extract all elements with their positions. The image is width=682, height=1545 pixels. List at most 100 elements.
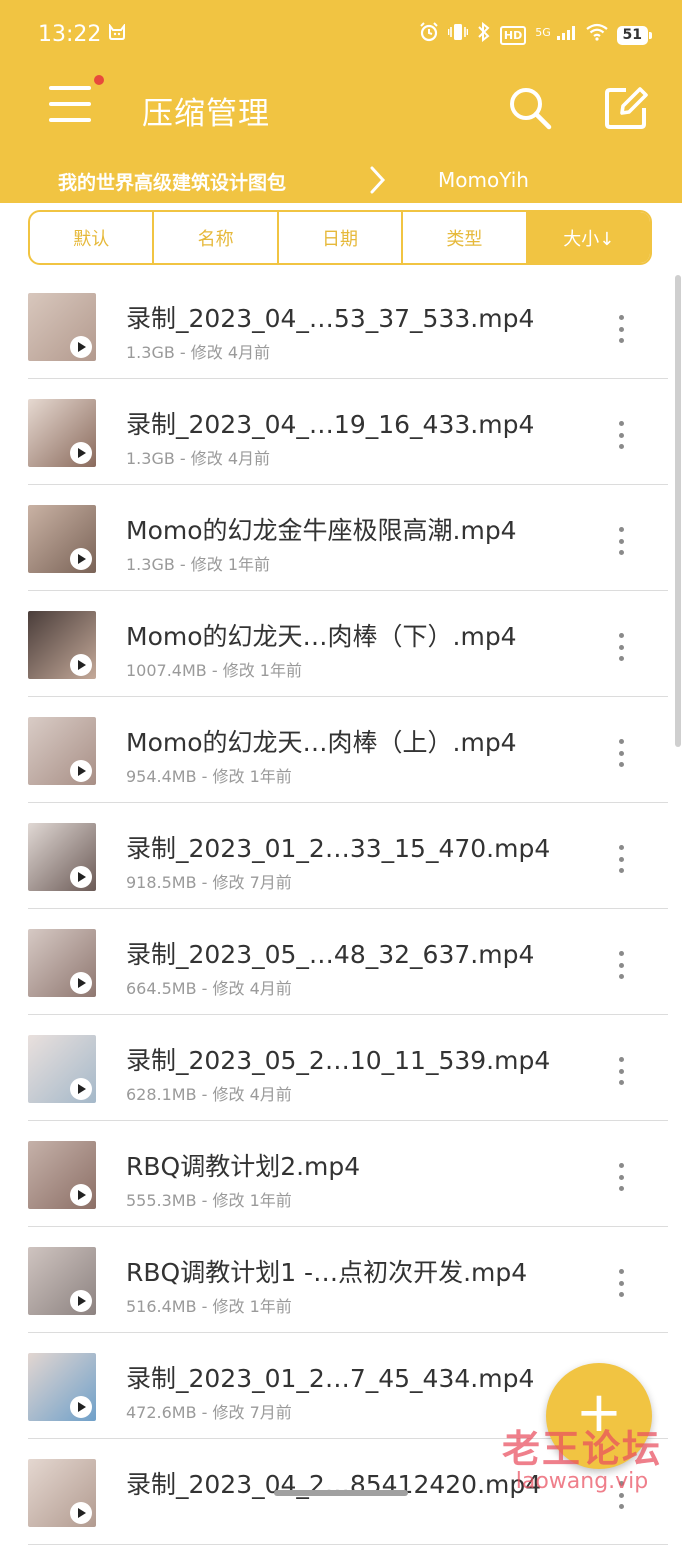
more-dot [618,1504,624,1509]
more-options-button[interactable] [606,417,636,453]
more-options-button[interactable] [606,311,636,347]
file-meta: 472.6MB - 修改 7月前 [126,1403,292,1422]
more-dot [618,1186,624,1191]
more-options-button[interactable] [606,841,636,877]
more-dot [618,1080,624,1085]
more-dot [618,432,624,438]
file-list: 录制_2023_04_…53_37_533.mp4 1.3GB - 修改 4月前录… [0,273,682,1545]
more-vert-icon [618,951,624,956]
file-meta: 555.3MB - 修改 1年前 [126,1191,292,1210]
play-icon [70,972,92,994]
file-row[interactable]: Momo的幻龙金牛座极限高潮.mp4 1.3GB - 修改 1年前 [28,485,668,591]
status-time: 13:22 [38,22,102,47]
video-thumbnail [28,823,96,891]
play-icon [70,654,92,676]
file-meta: 628.1MB - 修改 4月前 [126,1085,292,1104]
play-icon [70,1290,92,1312]
bluetooth-icon [477,21,491,48]
more-dot [618,962,624,968]
play-icon [70,1184,92,1206]
more-dot [618,644,624,650]
more-options-button[interactable] [606,1159,636,1195]
more-options-button[interactable] [606,629,636,665]
more-dot [618,550,624,555]
watermark-text: 老王论坛 [501,1427,662,1471]
file-row[interactable]: Momo的幻龙天…肉棒（上）.mp4 954.4MB - 修改 1年前 [28,697,668,803]
file-row[interactable]: RBQ调教计划1 -…点初次开发.mp4 516.4MB - 修改 1年前 [28,1227,668,1333]
file-meta: 1.3GB - 修改 1年前 [126,555,271,574]
home-indicator[interactable] [274,1490,408,1496]
play-icon [70,1502,92,1524]
more-vert-icon [618,315,624,320]
file-meta: 516.4MB - 修改 1年前 [126,1297,292,1316]
more-dot [618,762,624,767]
breadcrumb-item[interactable]: 我的世界高级建筑设计图包 [58,168,286,195]
menu-button[interactable] [46,75,104,136]
play-icon [70,336,92,358]
signal-icon: 5G [535,24,576,46]
more-vert-icon [618,527,624,532]
more-dot [618,974,624,979]
file-meta: 1.3GB - 修改 4月前 [126,343,271,362]
file-row[interactable]: 录制_2023_05_…48_32_637.mp4 664.5MB - 修改 4月… [28,909,668,1015]
play-icon [70,1078,92,1100]
watermark: 老王论坛 laowang.vip [482,1418,682,1494]
network-type: 5G [535,26,551,39]
menu-icon [49,86,91,90]
search-icon [510,88,552,130]
more-dot [618,338,624,343]
more-dot [618,656,624,661]
more-options-button[interactable] [606,1053,636,1089]
video-thumbnail [28,1247,96,1315]
more-vert-icon [618,1269,624,1274]
file-row[interactable]: Momo的幻龙天…肉棒（下）.mp4 1007.4MB - 修改 1年前 [28,591,668,697]
sort-tab-type[interactable]: 类型 [403,212,528,263]
more-options-button[interactable] [606,735,636,771]
more-options-button[interactable] [606,523,636,559]
more-dot [618,868,624,873]
battery-indicator: 51 [616,25,653,45]
sort-bar: 默认 名称 日期 类型 大小↓ [28,210,652,265]
file-row[interactable]: 录制_2023_01_2…33_15_470.mp4 918.5MB - 修改 7… [28,803,668,909]
file-name: Momo的幻龙金牛座极限高潮.mp4 [126,516,517,545]
more-dot [618,1292,624,1297]
file-row[interactable]: 录制_2023_05_2…10_11_539.mp4 628.1MB - 修改 4… [28,1015,668,1121]
edit-button[interactable] [602,84,650,132]
more-options-button[interactable] [606,947,636,983]
sort-tab-default[interactable]: 默认 [30,212,155,263]
video-thumbnail [28,1035,96,1103]
file-name: RBQ调教计划1 -…点初次开发.mp4 [126,1258,528,1287]
sort-tab-name[interactable]: 名称 [154,212,279,263]
more-options-button[interactable] [606,1265,636,1301]
search-button[interactable] [506,84,554,132]
breadcrumb: 我的世界高级建筑设计图包 MomoYih [0,160,682,200]
more-vert-icon [618,739,624,744]
breadcrumb-item-current[interactable]: MomoYih [438,168,529,192]
video-thumbnail [28,611,96,679]
more-dot [618,326,624,332]
file-meta: 1007.4MB - 修改 1年前 [126,661,302,680]
scrollbar[interactable] [675,275,681,747]
file-name: Momo的幻龙天…肉棒（上）.mp4 [126,728,517,757]
more-vert-icon [618,1057,624,1062]
video-thumbnail [28,1353,96,1421]
file-name: 录制_2023_01_2…33_15_470.mp4 [126,834,551,863]
file-row[interactable]: RBQ调教计划2.mp4 555.3MB - 修改 1年前 [28,1121,668,1227]
more-vert-icon [618,421,624,426]
alarm-icon [419,22,439,48]
video-thumbnail [28,399,96,467]
video-thumbnail [28,293,96,361]
file-row[interactable]: 录制_2023_04_…19_16_433.mp4 1.3GB - 修改 4月前 [28,379,668,485]
file-meta: 918.5MB - 修改 7月前 [126,873,292,892]
notification-icon [108,23,126,45]
more-dot [618,856,624,862]
status-bar: 13:22 HD 5G 51 [0,0,682,72]
file-name: RBQ调教计划2.mp4 [126,1152,361,1181]
menu-icon-bar [49,118,91,122]
sort-tab-size[interactable]: 大小↓ [527,212,650,263]
sort-tab-date[interactable]: 日期 [279,212,404,263]
play-icon [70,760,92,782]
file-row[interactable]: 录制_2023_04_…53_37_533.mp4 1.3GB - 修改 4月前 [28,273,668,379]
wifi-icon [585,23,608,47]
vibrate-icon [447,23,469,47]
